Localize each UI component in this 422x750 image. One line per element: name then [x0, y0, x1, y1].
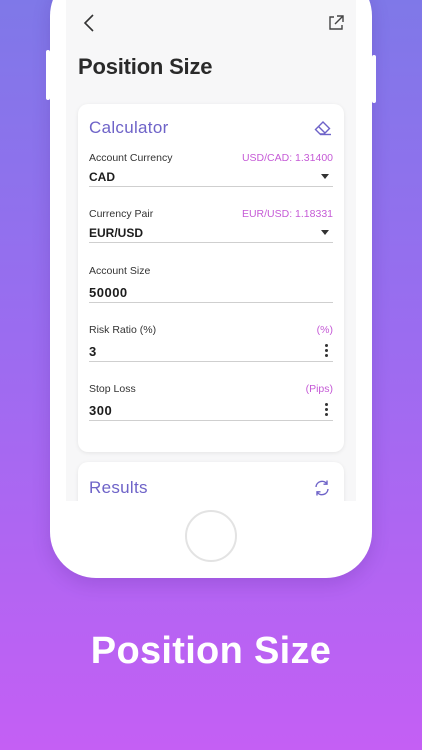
refresh-button[interactable]: [313, 479, 331, 497]
currency-pair-value[interactable]: EUR/USD: [89, 226, 143, 240]
account-currency-value[interactable]: CAD: [89, 170, 115, 184]
external-link-icon: [329, 15, 344, 30]
field-underline: [89, 186, 333, 187]
results-card: Results: [78, 462, 344, 501]
account-size-label: Account Size: [89, 265, 151, 277]
currency-pair-rate: EUR/USD: 1.18331: [241, 208, 333, 220]
stop-loss-unit: (Pips): [305, 383, 333, 395]
field-underline: [89, 302, 333, 303]
page-title: Position Size: [78, 54, 213, 79]
stop-loss-label: Stop Loss: [89, 383, 136, 395]
account-currency-rate: USD/CAD: 1.31400: [241, 152, 333, 164]
account-size-field[interactable]: Account Size 50000: [89, 265, 333, 303]
back-button[interactable]: [78, 10, 102, 36]
field-underline: [89, 361, 333, 362]
chevron-left-icon: [83, 14, 94, 32]
currency-pair-field[interactable]: Currency Pair EUR/USD: 1.18331 EUR/USD: [89, 208, 333, 244]
navigation-bar: [66, 0, 356, 46]
refresh-icon: [315, 480, 329, 496]
risk-ratio-field[interactable]: Risk Ratio (%) (%) 3: [89, 324, 333, 362]
more-vertical-icon[interactable]: [325, 344, 329, 359]
risk-ratio-unit: (%): [316, 324, 333, 336]
risk-ratio-label: Risk Ratio (%): [89, 324, 157, 336]
share-button[interactable]: [326, 13, 346, 33]
chevron-down-icon[interactable]: [321, 230, 329, 235]
clear-button[interactable]: [314, 120, 332, 136]
home-button[interactable]: [185, 510, 237, 562]
eraser-icon: [314, 121, 331, 136]
chevron-down-icon[interactable]: [321, 174, 329, 179]
more-vertical-icon[interactable]: [325, 403, 329, 418]
phone-side-button-right: [372, 55, 376, 103]
risk-ratio-input[interactable]: 3: [89, 344, 97, 359]
marketing-caption: Position Size: [90, 630, 332, 672]
phone-side-button-left: [46, 50, 50, 100]
account-size-input[interactable]: 50000: [89, 285, 128, 300]
currency-pair-label: Currency Pair: [89, 208, 154, 220]
calculator-card: Calculator Account Currency USD/CAD: 1.3…: [78, 104, 344, 452]
stop-loss-field[interactable]: Stop Loss (Pips) 300: [89, 383, 333, 421]
stop-loss-input[interactable]: 300: [89, 403, 112, 418]
field-underline: [89, 242, 333, 243]
account-currency-label: Account Currency: [89, 152, 173, 164]
results-title: Results: [89, 478, 148, 497]
field-underline: [89, 420, 333, 421]
app-screen: Position Size Calculator Account Currenc…: [66, 0, 356, 501]
account-currency-field[interactable]: Account Currency USD/CAD: 1.31400 CAD: [89, 152, 333, 188]
calculator-title: Calculator: [89, 118, 169, 137]
